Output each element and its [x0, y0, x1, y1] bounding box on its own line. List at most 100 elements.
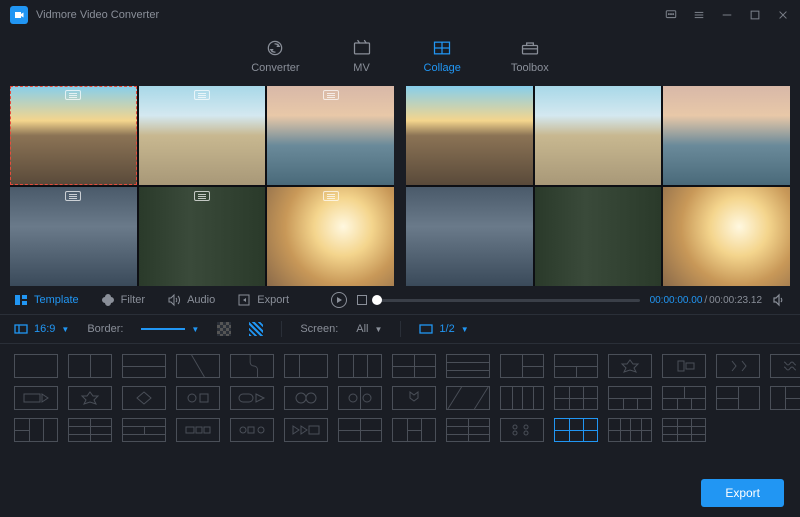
template-item[interactable] [338, 354, 382, 378]
template-item[interactable] [446, 418, 490, 442]
template-item[interactable] [392, 418, 436, 442]
template-item[interactable] [122, 418, 166, 442]
tab-filter[interactable]: Filter [101, 293, 145, 307]
collage-cell[interactable] [10, 86, 137, 185]
template-item[interactable] [68, 418, 112, 442]
nav-mv[interactable]: MV [350, 38, 374, 74]
footer: Export [0, 469, 800, 517]
collage-editor[interactable] [10, 86, 394, 286]
collage-cell[interactable] [139, 187, 266, 286]
template-item[interactable] [284, 354, 328, 378]
aspect-ratio-select[interactable]: 16:9 ▼ [14, 322, 69, 336]
progress-thumb[interactable] [372, 295, 382, 305]
mv-icon [350, 38, 374, 58]
chevron-down-icon: ▼ [461, 325, 469, 334]
player-controls: 00:00:00.00/00:00:23.12 [331, 292, 786, 308]
template-item[interactable] [176, 386, 220, 410]
screen-select[interactable]: All ▼ [356, 323, 382, 335]
template-item[interactable] [392, 354, 436, 378]
template-item[interactable] [662, 386, 706, 410]
top-nav: Converter MV Collage Toolbox [0, 30, 800, 86]
drag-handle-icon[interactable] [323, 191, 339, 201]
pattern-picker[interactable] [249, 322, 263, 336]
template-item[interactable] [446, 386, 490, 410]
collage-cell[interactable] [267, 86, 394, 185]
collage-cell[interactable] [267, 187, 394, 286]
preview-cell [406, 86, 533, 185]
divider [281, 321, 282, 337]
template-item[interactable] [554, 386, 598, 410]
export-button[interactable]: Export [701, 479, 784, 507]
template-item[interactable] [284, 386, 328, 410]
titlebar: Vidmore Video Converter [0, 0, 800, 30]
drag-handle-icon[interactable] [323, 90, 339, 100]
stop-button[interactable] [357, 295, 367, 305]
template-item[interactable] [716, 386, 760, 410]
template-item[interactable] [608, 354, 652, 378]
template-item[interactable] [662, 418, 706, 442]
collage-cell[interactable] [139, 86, 266, 185]
template-item[interactable] [230, 418, 274, 442]
close-icon[interactable] [776, 8, 790, 22]
nav-toolbox[interactable]: Toolbox [511, 38, 549, 74]
template-item[interactable] [554, 354, 598, 378]
template-item[interactable] [500, 386, 544, 410]
template-item[interactable] [500, 418, 544, 442]
tab-template[interactable]: Template [14, 293, 79, 307]
drag-handle-icon[interactable] [65, 191, 81, 201]
drag-handle-icon[interactable] [194, 90, 210, 100]
template-item[interactable] [500, 354, 544, 378]
converter-icon [263, 38, 287, 58]
template-item[interactable] [446, 354, 490, 378]
template-item[interactable] [608, 418, 652, 442]
preview-cell [663, 86, 790, 185]
template-item[interactable] [230, 354, 274, 378]
template-item[interactable] [662, 354, 706, 378]
nav-collage[interactable]: Collage [424, 38, 461, 74]
template-item[interactable] [608, 386, 652, 410]
options-bar: 16:9 ▼ Border: ▼ Screen: All ▼ 1/2 ▼ [0, 314, 800, 344]
tab-export[interactable]: Export [237, 293, 289, 307]
filter-icon [101, 293, 115, 307]
zoom-select[interactable]: 1/2 ▼ [419, 322, 468, 336]
template-item[interactable] [392, 386, 436, 410]
play-button[interactable] [331, 292, 347, 308]
color-picker[interactable] [217, 322, 231, 336]
template-item[interactable] [284, 418, 328, 442]
template-picker [0, 344, 800, 452]
template-item[interactable] [122, 354, 166, 378]
template-item[interactable] [122, 386, 166, 410]
template-item[interactable] [338, 386, 382, 410]
template-item[interactable] [770, 354, 800, 378]
template-item[interactable] [338, 418, 382, 442]
collage-preview [406, 86, 790, 286]
maximize-icon[interactable] [748, 8, 762, 22]
template-item[interactable] [14, 354, 58, 378]
border-control: Border: [87, 323, 123, 335]
tab-audio[interactable]: Audio [167, 293, 215, 307]
nav-converter[interactable]: Converter [251, 38, 299, 74]
app-title: Vidmore Video Converter [36, 9, 664, 21]
template-item[interactable] [68, 386, 112, 410]
drag-handle-icon[interactable] [194, 191, 210, 201]
template-item[interactable] [68, 354, 112, 378]
template-item[interactable] [770, 386, 800, 410]
template-item[interactable] [14, 386, 58, 410]
minimize-icon[interactable] [720, 8, 734, 22]
drag-handle-icon[interactable] [65, 90, 81, 100]
collage-icon [430, 38, 454, 58]
template-item[interactable] [14, 418, 58, 442]
menu-icon[interactable] [692, 8, 706, 22]
collage-cell[interactable] [10, 187, 137, 286]
template-item[interactable] [554, 418, 598, 442]
template-item[interactable] [230, 386, 274, 410]
progress-bar[interactable] [377, 299, 640, 302]
template-item[interactable] [716, 354, 760, 378]
template-item[interactable] [176, 354, 220, 378]
border-style-select[interactable]: ▼ [141, 325, 199, 334]
template-item[interactable] [176, 418, 220, 442]
volume-icon[interactable] [772, 293, 786, 307]
feedback-icon[interactable] [664, 8, 678, 22]
preview-cell [406, 187, 533, 286]
window-controls [664, 8, 790, 22]
